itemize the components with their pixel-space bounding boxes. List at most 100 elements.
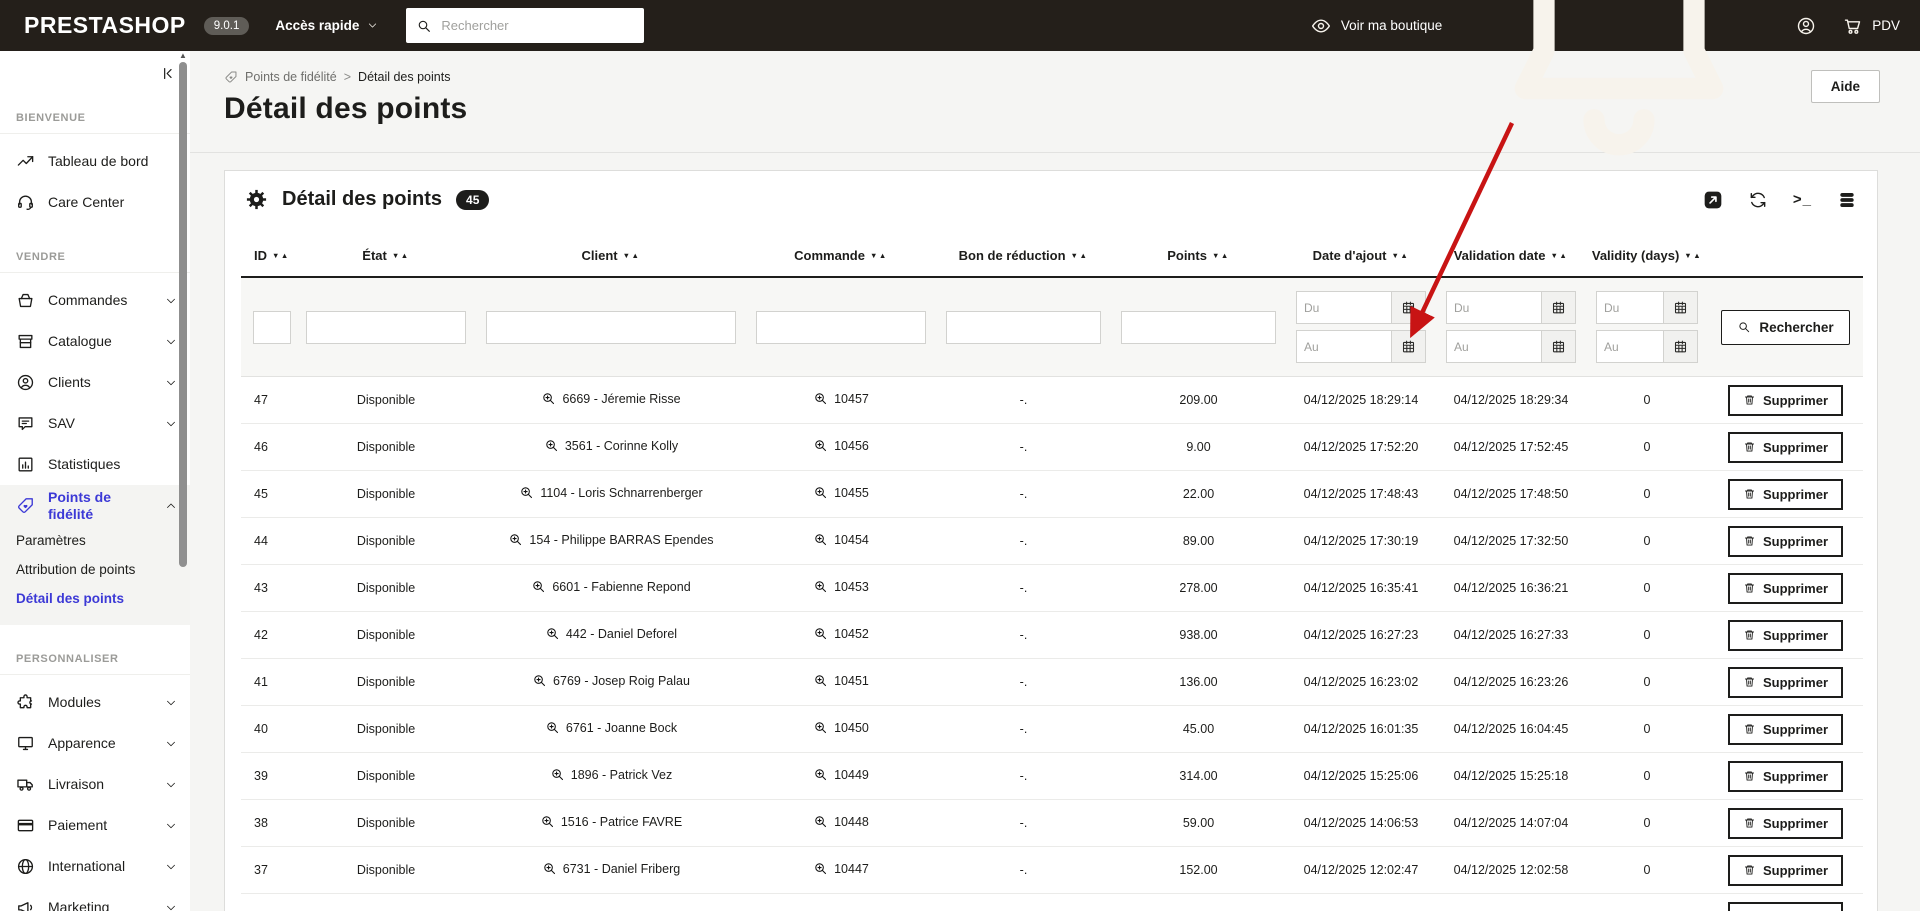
delete-button[interactable]: Supprimer	[1727, 431, 1843, 463]
refresh-icon[interactable]	[1748, 190, 1768, 210]
date-add-from-calendar-button[interactable]	[1391, 291, 1426, 324]
row-link[interactable]: 6731 - Daniel Friberg	[542, 861, 680, 876]
delete-button[interactable]: Supprimer	[1727, 384, 1843, 416]
filter-points-input[interactable]	[1121, 310, 1276, 344]
column-header-validity-days[interactable]: Validity (days) ▼▲	[1586, 226, 1708, 278]
sidebar-item-apparence[interactable]: Apparence	[0, 723, 190, 764]
terminal-icon[interactable]: >_	[1793, 191, 1812, 208]
sidebar-item-modules[interactable]: Modules	[0, 682, 190, 723]
row-link[interactable]: 442 - Daniel Deforel	[545, 626, 677, 641]
sidebar-item-catalogue[interactable]: Catalogue	[0, 321, 190, 362]
export-icon[interactable]	[1703, 190, 1723, 210]
delete-button[interactable]: Supprimer	[1727, 666, 1843, 698]
sidebar-item-international[interactable]: International	[0, 846, 190, 887]
delete-button[interactable]: Supprimer	[1727, 760, 1843, 792]
search-icon	[1737, 320, 1751, 334]
filter-date-add-to-input[interactable]	[1296, 330, 1391, 363]
scroll-up-arrow[interactable]: ▲	[177, 51, 189, 61]
sidebar-subitem-attribution-de-points[interactable]: Attribution de points	[0, 555, 190, 584]
row-link[interactable]: 10449	[813, 767, 869, 782]
column-header-points[interactable]: Points ▼▲	[1111, 226, 1286, 278]
sidebar-item-livraison[interactable]: Livraison	[0, 764, 190, 805]
row-link[interactable]: 10451	[813, 673, 869, 688]
database-icon[interactable]	[1837, 190, 1857, 210]
row-link[interactable]: 10455	[813, 485, 869, 500]
delete-button[interactable]: Supprimer	[1727, 478, 1843, 510]
row-link[interactable]: 10457	[813, 391, 869, 406]
delete-button[interactable]: Supprimer	[1727, 807, 1843, 839]
scrollbar-thumb[interactable]	[179, 62, 187, 567]
global-search[interactable]	[406, 8, 645, 43]
filter-validation-to-input[interactable]	[1446, 330, 1541, 363]
row-link[interactable]: 10450	[813, 720, 869, 735]
sidebar-item-commandes[interactable]: Commandes	[0, 280, 190, 321]
filter-client-input[interactable]	[486, 310, 736, 344]
sidebar-item-tableau-de-bord[interactable]: Tableau de bord	[0, 141, 190, 182]
delete-button[interactable]: Supprimer	[1727, 854, 1843, 886]
sidebar-item-points-de-fidelite[interactable]: Points de fidélité	[0, 485, 190, 526]
row-link[interactable]: 6769 - Josep Roig Palau	[532, 673, 690, 688]
delete-button[interactable]: Supprimer	[1727, 525, 1843, 557]
breadcrumb-parent[interactable]: Points de fidélité	[245, 70, 337, 84]
date-add-to-calendar-button[interactable]	[1391, 330, 1426, 363]
row-link[interactable]: 1896 - Patrick Vez	[550, 767, 672, 782]
row-link[interactable]: 10448	[813, 814, 869, 829]
column-header-bon-de-reduction[interactable]: Bon de réduction ▼▲	[936, 226, 1111, 278]
sidebar-subitem-detail-des-points[interactable]: Détail des points	[0, 584, 190, 613]
validity-from-calendar-button[interactable]	[1663, 291, 1698, 324]
chevron-up-icon	[165, 500, 177, 512]
column-header-client[interactable]: Client ▼▲	[476, 226, 746, 278]
row-link[interactable]: 10454	[813, 532, 869, 547]
cell-points: 59.00	[1111, 799, 1286, 847]
delete-button[interactable]: Supprimer	[1727, 572, 1843, 604]
row-link[interactable]: 1104 - Loris Schnarrenberger	[519, 485, 703, 500]
delete-button[interactable]: Supprimer	[1727, 902, 1843, 911]
filter-voucher-input[interactable]	[946, 310, 1101, 344]
sidebar-item-paiement[interactable]: Paiement	[0, 805, 190, 846]
sidebar-subitem-parametres[interactable]: Paramètres	[0, 526, 190, 555]
quick-access-menu[interactable]: Accès rapide	[275, 18, 378, 33]
row-link[interactable]: 10452	[813, 626, 869, 641]
filter-validity-from-input[interactable]	[1596, 291, 1663, 324]
sidebar-item-clients[interactable]: Clients	[0, 362, 190, 403]
column-header-id[interactable]: ID ▼▲	[241, 226, 296, 278]
sidebar-item-statistiques[interactable]: Statistiques	[0, 444, 190, 485]
row-link[interactable]: 10453	[813, 579, 869, 594]
filter-validation-from-input[interactable]	[1446, 291, 1541, 324]
row-link[interactable]: 3561 - Corinne Kolly	[544, 438, 678, 453]
column-header-date-d-ajout[interactable]: Date d'ajout ▼▲	[1286, 226, 1436, 278]
row-link[interactable]: 6601 - Fabienne Repond	[531, 579, 691, 594]
view-shop-link[interactable]: Voir ma boutique	[1311, 16, 1442, 36]
notifications-button[interactable]: 39	[1469, 0, 1769, 176]
sidebar-item-sav[interactable]: SAV	[0, 403, 190, 444]
filter-validity-to-input[interactable]	[1596, 330, 1663, 363]
column-header-etat[interactable]: État ▼▲	[296, 226, 476, 278]
filter-status-input[interactable]	[306, 310, 466, 344]
validation-to-calendar-button[interactable]	[1541, 330, 1576, 363]
sidebar-item-marketing[interactable]: Marketing	[0, 887, 190, 911]
delete-button[interactable]: Supprimer	[1727, 619, 1843, 651]
search-input[interactable]	[441, 18, 635, 33]
search-submit-button[interactable]: Rechercher	[1721, 309, 1850, 345]
row-link[interactable]: 10456	[813, 438, 869, 453]
pos-link[interactable]: PDV	[1843, 16, 1900, 36]
delete-button[interactable]: Supprimer	[1727, 713, 1843, 745]
panel-title: Détail des points	[282, 188, 443, 210]
row-link[interactable]: 6761 - Joanne Bock	[545, 720, 677, 735]
table-row: 45 Disponible 1104 - Loris Schnarrenberger…	[241, 470, 1863, 518]
column-header-commande[interactable]: Commande ▼▲	[746, 226, 936, 278]
row-link[interactable]: 6669 - Jéremie Risse	[541, 391, 681, 406]
sidebar-item-care-center[interactable]: Care Center	[0, 182, 190, 223]
row-link[interactable]: 1516 - Patrice FAVRE	[540, 814, 682, 829]
validity-to-calendar-button[interactable]	[1663, 330, 1698, 363]
row-link[interactable]: 154 - Philippe BARRAS Ependes	[508, 532, 714, 547]
validation-from-calendar-button[interactable]	[1541, 291, 1576, 324]
filter-date-add-from-input[interactable]	[1296, 291, 1391, 324]
column-header-validation-date[interactable]: Validation date ▼▲	[1436, 226, 1586, 278]
prestashop-logo[interactable]: PRESTASHOP	[24, 12, 186, 39]
sidebar-collapse-icon[interactable]	[159, 65, 176, 82]
filter-id-input[interactable]	[253, 310, 291, 344]
filter-order-input[interactable]	[756, 310, 926, 344]
row-link[interactable]: 10447	[813, 861, 869, 876]
account-icon[interactable]	[1796, 16, 1816, 36]
